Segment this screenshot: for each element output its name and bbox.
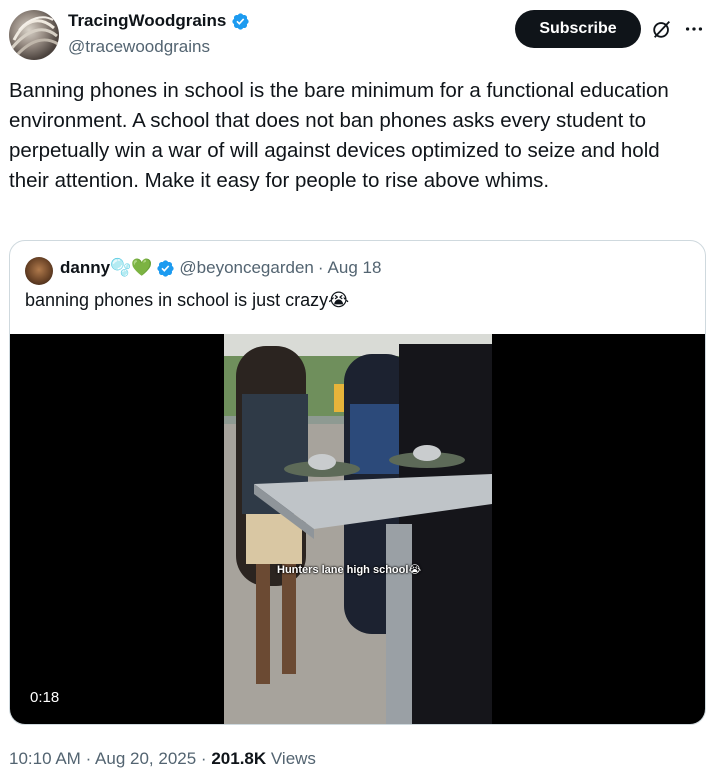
grok-icon[interactable] bbox=[651, 18, 673, 40]
verified-badge-icon bbox=[232, 12, 249, 30]
author-avatar[interactable] bbox=[9, 10, 59, 60]
video-frame: Hunters lane high school😭 bbox=[224, 334, 492, 724]
quoted-separator: · bbox=[317, 258, 324, 277]
tweet-meta: 10:10 AM · Aug 20, 2025 · 201.8K Views bbox=[9, 749, 316, 769]
quoted-tweet[interactable]: danny🫧💚 @beyoncegarden · Aug 18 banning … bbox=[9, 240, 706, 725]
views-label: Views bbox=[270, 749, 316, 768]
quoted-text: banning phones in school is just crazy😭 bbox=[25, 290, 350, 310]
video-thumbnail bbox=[224, 334, 492, 724]
author-handle[interactable]: @tracewoodgrains bbox=[68, 37, 210, 57]
tweet-date[interactable]: Aug 20, 2025 bbox=[95, 749, 196, 768]
video-duration: 0:18 bbox=[24, 687, 66, 708]
views-count[interactable]: 201.8K bbox=[211, 749, 266, 768]
tweet-time[interactable]: 10:10 AM bbox=[9, 749, 81, 768]
video-caption: Hunters lane high school😭 bbox=[277, 564, 422, 576]
meta-separator: · bbox=[85, 749, 92, 768]
tweet-header: TracingWoodgrains @tracewoodgrains Subsc… bbox=[0, 0, 716, 70]
tweet-text: Banning phones in school is the bare min… bbox=[9, 79, 669, 192]
quoted-date[interactable]: Aug 18 bbox=[328, 258, 382, 278]
quoted-author-avatar[interactable] bbox=[25, 257, 53, 285]
meta-separator-2: · bbox=[200, 749, 207, 768]
author-display-name[interactable]: TracingWoodgrains bbox=[68, 11, 226, 31]
quoted-verified-badge-icon bbox=[157, 259, 175, 277]
quoted-handle[interactable]: @beyoncegarden bbox=[179, 258, 313, 278]
more-icon[interactable] bbox=[683, 18, 705, 40]
subscribe-button[interactable]: Subscribe bbox=[515, 10, 641, 48]
video-player[interactable]: Hunters lane high school😭 0:18 bbox=[10, 334, 705, 724]
quoted-display-name[interactable]: danny🫧💚 bbox=[60, 258, 152, 278]
